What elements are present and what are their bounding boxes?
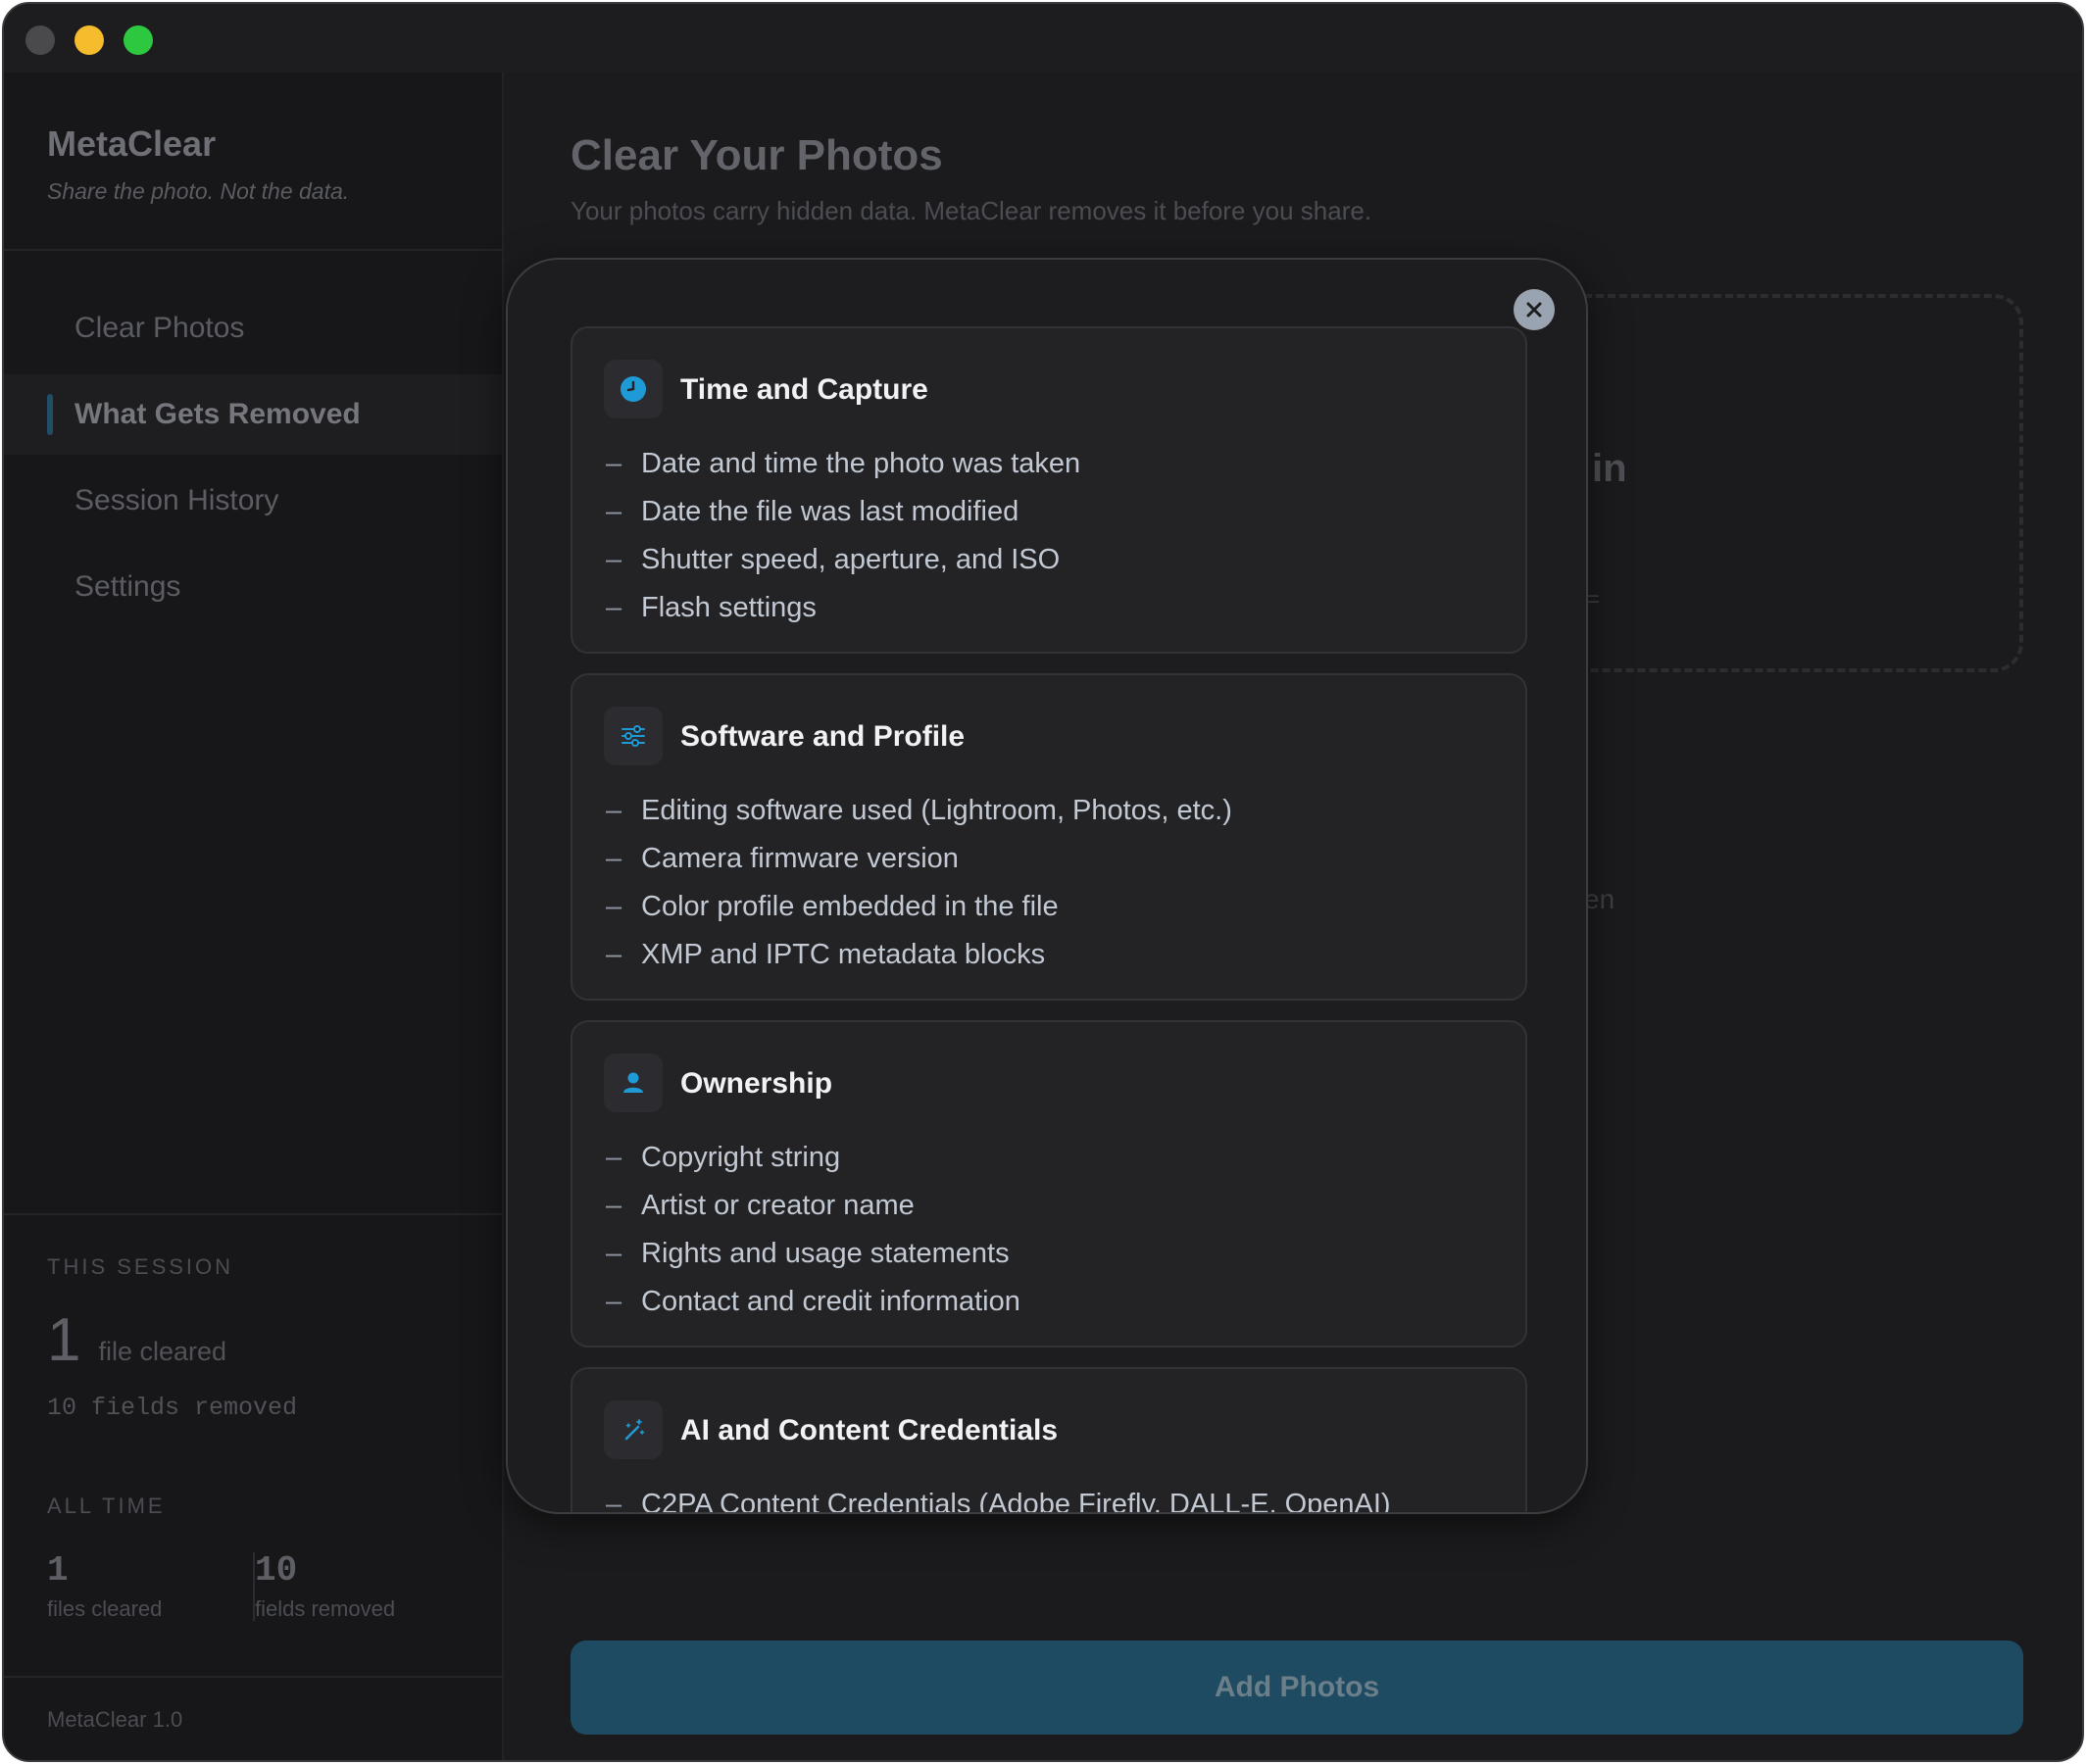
dropzone-hint-fragment: = xyxy=(1586,586,1601,612)
category-title: Time and Capture xyxy=(680,373,928,406)
category-items: – Editing software used (Lightroom, Photo… xyxy=(606,787,1232,979)
sidebar-divider xyxy=(4,1213,504,1215)
all-time-files-stat: 1 files cleared xyxy=(47,1550,162,1622)
dash-bullet: – xyxy=(606,1238,622,1269)
list-item-text: C2PA Content Credentials (Adobe Firefly,… xyxy=(641,1489,1391,1514)
category-card-time-capture: Time and Capture – Date and time the phot… xyxy=(571,326,1527,654)
brand: MetaClear Share the photo. Not the data. xyxy=(47,123,349,205)
list-item: – Shutter speed, aperture, and ISO xyxy=(606,536,1080,584)
app-version: MetaClear 1.0 xyxy=(47,1707,183,1732)
dropzone-text-fragment: in xyxy=(1592,447,1627,490)
all-time-label: ALL TIME xyxy=(47,1494,166,1518)
list-item-text: Rights and usage statements xyxy=(641,1238,1010,1269)
sidebar-item-session-history[interactable]: Session History xyxy=(4,461,502,541)
session-files-stat: 1 file cleared xyxy=(47,1305,226,1375)
category-title: Software and Profile xyxy=(680,720,966,753)
list-item: – Copyright string xyxy=(606,1134,1020,1182)
list-item-text: Flash settings xyxy=(641,592,817,623)
window-close-button[interactable] xyxy=(25,25,55,55)
all-time-fields-count: 10 xyxy=(255,1550,298,1591)
dash-bullet: – xyxy=(606,592,622,623)
dash-bullet: – xyxy=(606,448,622,479)
dash-bullet: – xyxy=(606,496,622,527)
window-minimize-button[interactable] xyxy=(75,25,104,55)
app-name: MetaClear xyxy=(47,123,217,164)
session-files-count: 1 xyxy=(47,1306,81,1374)
sliders-icon xyxy=(604,707,663,765)
session-files-label: file cleared xyxy=(98,1337,227,1366)
all-time-fields-label: fields removed xyxy=(255,1596,396,1621)
modal-close-button[interactable] xyxy=(1514,289,1555,330)
category-card-ai-credentials: AI and Content Credentials – C2PA Content… xyxy=(571,1367,1527,1514)
list-item-text: Shutter speed, aperture, and ISO xyxy=(641,544,1061,575)
sidebar-divider xyxy=(4,249,504,251)
dash-bullet: – xyxy=(606,891,622,922)
all-time-fields-stat: 10 fields removed xyxy=(255,1550,395,1622)
session-fields-text: 10 fields removed xyxy=(47,1394,298,1422)
category-items: – Copyright string – Artist or creator nam… xyxy=(606,1134,1020,1326)
list-item-text: Camera firmware version xyxy=(641,843,959,874)
page-subtitle: Your photos carry hidden data. MetaClear… xyxy=(571,196,1372,225)
all-time-files-label: files cleared xyxy=(47,1596,163,1621)
background-text-fragment: en xyxy=(1584,884,1615,914)
category-items: – C2PA Content Credentials (Adobe Firefly… xyxy=(606,1481,1391,1514)
photo-dropzone[interactable] xyxy=(1572,294,2023,672)
dash-bullet: – xyxy=(606,939,622,970)
sidebar-item-what-gets-removed[interactable]: What Gets Removed xyxy=(4,374,502,455)
window-maximize-button[interactable] xyxy=(124,25,153,55)
list-item: – Date the file was last modified xyxy=(606,488,1080,536)
dash-bullet: – xyxy=(606,1489,622,1514)
person-icon xyxy=(604,1054,663,1112)
dash-bullet: – xyxy=(606,1286,622,1317)
app-tagline: Share the photo. Not the data. xyxy=(47,178,350,204)
dash-bullet: – xyxy=(606,544,622,575)
this-session-label: THIS SESSION xyxy=(47,1254,234,1279)
category-title: Ownership xyxy=(680,1067,833,1100)
list-item-text: Copyright string xyxy=(641,1142,841,1173)
what-gets-removed-modal: Time and Capture – Date and time the phot… xyxy=(506,258,1588,1514)
add-photos-button[interactable]: Add Photos xyxy=(571,1641,2023,1735)
category-card-software-profile: Software and Profile – Editing software u… xyxy=(571,673,1527,1001)
list-item: – Rights and usage statements xyxy=(606,1230,1020,1278)
list-item-text: Contact and credit information xyxy=(641,1286,1020,1317)
list-item: – Color profile embedded in the file xyxy=(606,883,1232,931)
list-item-text: Artist or creator name xyxy=(641,1190,915,1221)
magic-wand-icon xyxy=(604,1400,663,1459)
list-item: – Editing software used (Lightroom, Photo… xyxy=(606,787,1232,835)
clock-icon xyxy=(604,360,663,418)
list-item-text: Date and time the photo was taken xyxy=(641,448,1081,479)
all-time-files-count: 1 xyxy=(47,1550,69,1591)
page-title: Clear Your Photos xyxy=(571,131,943,179)
list-item: – Artist or creator name xyxy=(606,1182,1020,1230)
list-item: – C2PA Content Credentials (Adobe Firefly… xyxy=(606,1481,1391,1514)
list-item: – Camera firmware version xyxy=(606,835,1232,883)
dash-bullet: – xyxy=(606,795,622,826)
dash-bullet: – xyxy=(606,1142,622,1173)
list-item-text: Editing software used (Lightroom, Photos… xyxy=(641,795,1232,826)
sidebar: MetaClear Share the photo. Not the data.… xyxy=(4,73,504,1760)
list-item: – Contact and credit information xyxy=(606,1278,1020,1326)
list-item: – XMP and IPTC metadata blocks xyxy=(606,931,1232,979)
category-items: – Date and time the photo was taken – Date… xyxy=(606,440,1080,632)
modal-scroll-area[interactable]: Time and Capture – Date and time the phot… xyxy=(571,326,1527,1514)
dash-bullet: – xyxy=(606,1190,622,1221)
sidebar-nav: Clear Photos What Gets Removed Session H… xyxy=(4,288,502,633)
sidebar-item-clear-photos[interactable]: Clear Photos xyxy=(4,288,502,368)
list-item-text: Date the file was last modified xyxy=(641,496,1019,527)
sidebar-item-settings[interactable]: Settings xyxy=(4,547,502,627)
list-item: – Date and time the photo was taken xyxy=(606,440,1080,488)
dash-bullet: – xyxy=(606,843,622,874)
list-item: – Flash settings xyxy=(606,584,1080,632)
category-title: AI and Content Credentials xyxy=(680,1414,1059,1446)
title-bar xyxy=(4,4,2082,73)
category-card-ownership: Ownership – Copyright string – Artist or c… xyxy=(571,1020,1527,1348)
close-icon xyxy=(1526,302,1542,318)
list-item-text: XMP and IPTC metadata blocks xyxy=(641,939,1046,970)
list-item-text: Color profile embedded in the file xyxy=(641,891,1059,922)
sidebar-divider xyxy=(4,1676,504,1678)
app-window: MetaClear Share the photo. Not the data.… xyxy=(2,2,2084,1762)
